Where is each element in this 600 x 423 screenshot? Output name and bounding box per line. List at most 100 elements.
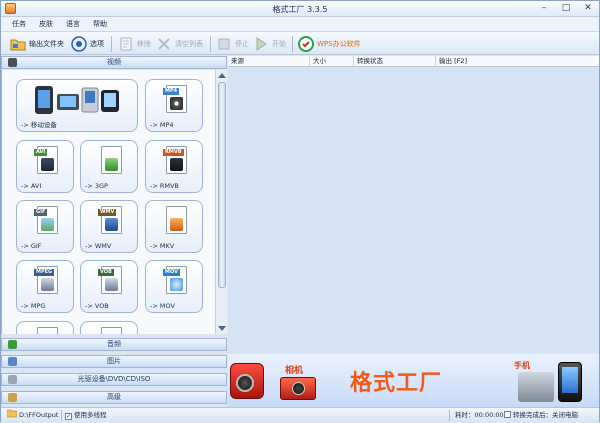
maximize-icon[interactable]: □ <box>559 3 573 14</box>
stop-button[interactable]: 停止 <box>216 35 249 53</box>
scrollbar-thumb[interactable] <box>218 82 226 288</box>
banner-title: 格式工厂 <box>350 371 443 396</box>
format-tile-mkv[interactable]: -> MKV <box>145 200 203 253</box>
multithread-toggle[interactable]: ✓ 使用多线程 <box>65 408 107 423</box>
tile-label: -> MPG <box>21 302 46 310</box>
start-play-icon <box>253 36 269 52</box>
format-tile-mobile[interactable]: -> 移动设备 <box>16 79 138 132</box>
column-size[interactable]: 大小 <box>310 56 354 67</box>
file-tag: MOV <box>163 269 180 276</box>
elapsed-time: 耗时：00:00:00 <box>455 411 504 419</box>
tile-label: -> GIF <box>21 242 42 250</box>
file-tag: GIF <box>34 209 48 216</box>
column-status[interactable]: 转换状态 <box>354 56 436 67</box>
avi-file-icon: AVI <box>34 146 58 174</box>
options-button[interactable]: 选项 <box>71 35 104 53</box>
toolbar-divider <box>210 36 211 52</box>
film-icon <box>8 58 17 67</box>
menu-bar: 任务 皮肤 语言 帮助 <box>1 17 599 31</box>
camera-icon <box>280 377 316 400</box>
category-audio[interactable]: 音频 <box>1 338 227 351</box>
tile-label: -> AVI <box>21 182 42 190</box>
promo-banner[interactable]: 相机 格式工厂 手机 <box>228 354 599 407</box>
stop-label: 停止 <box>235 40 249 48</box>
toolbar-divider <box>111 36 112 52</box>
minimize-icon[interactable]: – <box>537 3 551 14</box>
format-tile-vob[interactable]: VOB -> VOB <box>80 260 138 313</box>
wps-office-button[interactable]: WPS办公软件 <box>298 35 361 53</box>
file-tag: WMV <box>98 209 117 216</box>
column-source[interactable]: 来源 <box>228 56 310 67</box>
format-tile-mpg[interactable]: MPEG -> MPG <box>16 260 74 313</box>
status-bar: D:\FFOutput ✓ 使用多线程 耗时：00:00:00 转换完成后：关闭电… <box>1 407 599 422</box>
tile-label: -> WMV <box>85 242 112 250</box>
format-tile-wmv[interactable]: WMV -> WMV <box>80 200 138 253</box>
format-tile-partial[interactable] <box>16 321 74 334</box>
menu-language[interactable]: 语言 <box>66 17 80 31</box>
after-convert-checkbox[interactable] <box>504 411 511 418</box>
format-tile-3gp[interactable]: -> 3GP <box>80 140 138 193</box>
multithread-checkbox[interactable]: ✓ <box>65 413 72 420</box>
app-window: 格式工厂 3.3.5 – □ ✕ 任务 皮肤 语言 帮助 输出文件夹 选项 移除… <box>0 0 600 422</box>
category-advanced-label: 高级 <box>107 393 121 401</box>
file-tag: RMVB <box>163 149 184 156</box>
clear-x-icon <box>156 36 172 52</box>
format-tile-gif[interactable]: GIF -> GIF <box>16 200 74 253</box>
tile-label: -> MOV <box>150 302 175 310</box>
scroll-down-icon[interactable] <box>218 326 226 331</box>
remove-label: 移除 <box>137 40 151 48</box>
tile-label: -> RMVB <box>150 182 179 190</box>
category-video[interactable]: 视频 <box>1 56 227 69</box>
mobile-devices-icon <box>35 86 119 114</box>
after-convert-label: 转换完成后：关闭电脑 <box>513 411 578 419</box>
format-tile-avi[interactable]: AVI -> AVI <box>16 140 74 193</box>
category-advanced[interactable]: 高级 <box>1 391 227 404</box>
camera-label: 相机 <box>285 366 304 376</box>
toolbar-divider <box>292 36 293 52</box>
menu-help[interactable]: 帮助 <box>93 17 107 31</box>
video-grid-scrollbar[interactable] <box>215 70 227 334</box>
window-title: 格式工厂 3.3.5 <box>272 5 328 14</box>
format-tile-mov[interactable]: MOV -> MOV <box>145 260 203 313</box>
close-icon[interactable]: ✕ <box>581 3 595 14</box>
output-folder-label: 输出文件夹 <box>29 40 64 48</box>
category-panel: 视频 -> 移动设备 MP4 -> MP4 AVI -> AVI -> 3GP … <box>1 56 227 407</box>
status-divider <box>449 410 450 421</box>
category-optical-label: 光驱设备\DVD\CD\ISO <box>77 375 151 383</box>
output-path[interactable]: D:\FFOutput <box>19 408 58 423</box>
wmv-file-icon: WMV <box>98 206 122 234</box>
column-output[interactable]: 输出 [F2] <box>436 56 599 67</box>
after-convert-option[interactable]: 转换完成后：关闭电脑 <box>504 408 578 423</box>
output-path-icon <box>6 408 18 423</box>
tools-icon <box>8 393 17 402</box>
remove-button[interactable]: 移除 <box>118 35 151 53</box>
title-bar[interactable]: 格式工厂 3.3.5 – □ ✕ <box>1 1 599 17</box>
format-tile-rmvb[interactable]: RMVB -> RMVB <box>145 140 203 193</box>
format-tile-partial[interactable] <box>80 321 138 334</box>
start-button[interactable]: 开始 <box>253 35 286 53</box>
status-divider <box>61 410 62 421</box>
file-tag: VOB <box>98 269 114 276</box>
music-note-icon <box>8 340 17 349</box>
tile-label: -> VOB <box>85 302 109 310</box>
task-table-header: 来源 大小 转换状态 输出 [F2] <box>228 56 599 67</box>
rmvb-file-icon: RMVB <box>163 146 187 174</box>
task-list[interactable] <box>228 67 599 354</box>
menu-skin[interactable]: 皮肤 <box>39 17 53 31</box>
category-audio-label: 音频 <box>107 340 121 348</box>
category-optical[interactable]: 光驱设备\DVD\CD\ISO <box>1 373 227 386</box>
toolbar: 输出文件夹 选项 移除 清空列表 停止 开始 WPS办公软件 <box>1 31 599 55</box>
multithread-label: 使用多线程 <box>74 411 107 419</box>
category-video-label: 视频 <box>107 58 121 66</box>
3gp-file-icon <box>101 146 122 174</box>
clear-list-button[interactable]: 清空列表 <box>156 35 203 53</box>
menu-task[interactable]: 任务 <box>12 17 26 31</box>
remove-icon <box>118 36 134 52</box>
scroll-up-icon[interactable] <box>218 73 226 78</box>
tile-label: -> 3GP <box>85 182 108 190</box>
media-player-icon <box>518 372 554 402</box>
category-image[interactable]: 图片 <box>1 355 227 368</box>
output-folder-button[interactable]: 输出文件夹 <box>10 35 64 53</box>
file-icon <box>37 327 58 334</box>
format-tile-mp4[interactable]: MP4 -> MP4 <box>145 79 203 132</box>
